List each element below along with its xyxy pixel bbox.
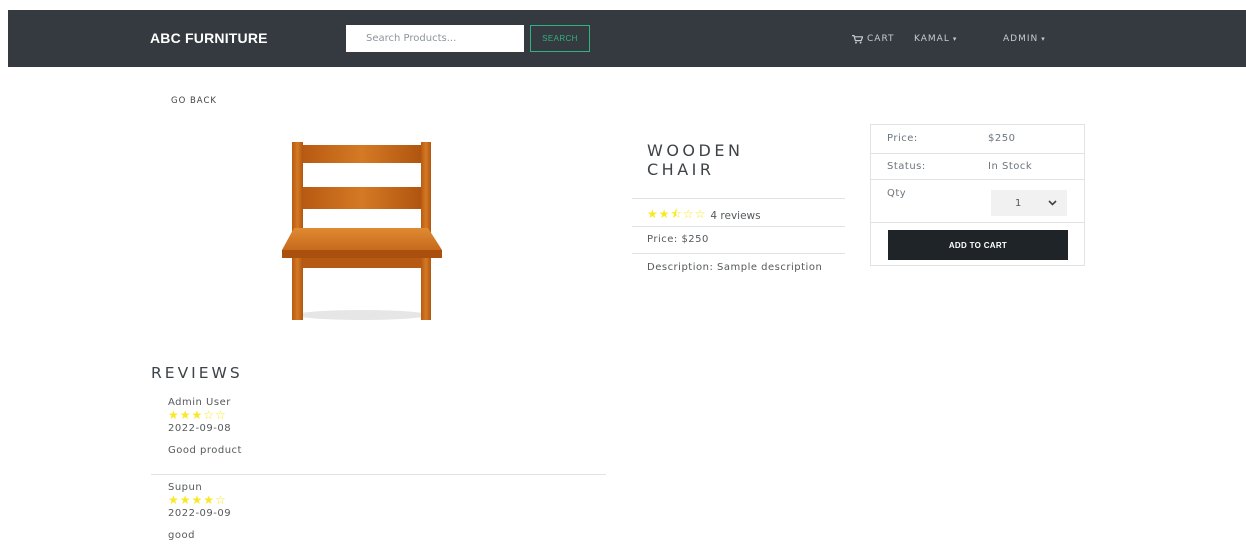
review-item: Admin User ★★★☆☆ 2022-09-08 Good product xyxy=(168,397,242,457)
product-title: WOODEN CHAIR xyxy=(647,141,744,179)
caret-down-icon: ▾ xyxy=(952,35,958,43)
status-row: Status: In Stock xyxy=(871,154,1084,180)
review-comment: Good product xyxy=(168,445,242,456)
price-label: Price: xyxy=(887,133,918,144)
review-date: 2022-09-09 xyxy=(168,508,232,519)
cart-label: CART xyxy=(867,34,895,44)
cart-link[interactable]: CART xyxy=(852,34,895,44)
shopping-cart-icon xyxy=(852,34,863,44)
admin-menu-dropdown[interactable]: ADMIN ▾ xyxy=(1003,34,1046,44)
user-menu-label: KAMAL xyxy=(914,34,950,44)
product-price: Price: $250 xyxy=(647,234,709,245)
divider xyxy=(632,226,845,227)
purchase-card: Price: $250 Status: In Stock Qty 1 ADD T… xyxy=(870,124,1085,266)
product-rating: ★★⯪☆☆ 4 reviews xyxy=(647,205,761,226)
search-input[interactable] xyxy=(346,25,524,52)
review-item: Supun ★★★★☆ 2022-09-09 good xyxy=(168,482,231,542)
status-value: In Stock xyxy=(988,161,1033,172)
search-button[interactable]: SEARCH xyxy=(530,25,590,52)
qty-value: 1 xyxy=(1015,197,1022,209)
rating-stars-icon: ★★⯪☆☆ xyxy=(647,207,707,221)
go-back-link[interactable]: GO BACK xyxy=(171,96,217,106)
reviews-count: 4 reviews xyxy=(710,209,761,222)
review-stars-icon: ★★★☆☆ xyxy=(168,408,227,422)
product-description: Description: Sample description xyxy=(647,262,823,273)
price-value: $250 xyxy=(988,133,1016,144)
add-to-cart-button[interactable]: ADD TO CART xyxy=(888,230,1068,260)
navbar: ABC FURNITURE SEARCH CART KAMAL▾ ADMIN▾ xyxy=(8,10,1246,67)
review-date: 2022-09-08 xyxy=(168,423,232,434)
brand-logo-link[interactable]: ABC FURNITURE xyxy=(150,30,268,46)
divider xyxy=(632,253,845,254)
status-label: Status: xyxy=(887,161,926,172)
qty-label: Qty xyxy=(887,188,907,199)
divider xyxy=(632,198,845,199)
caret-down-icon: ▾ xyxy=(1041,35,1046,43)
admin-menu-label: ADMIN xyxy=(1003,34,1039,44)
user-menu-dropdown[interactable]: KAMAL ▾ xyxy=(914,34,957,44)
chevron-down-icon xyxy=(1048,200,1057,206)
price-row: Price: $250 xyxy=(871,125,1084,154)
divider xyxy=(151,474,606,475)
qty-select[interactable]: 1 xyxy=(991,190,1067,216)
reviews-heading: REVIEWS xyxy=(151,364,243,382)
review-comment: good xyxy=(168,530,195,541)
product-image xyxy=(278,140,442,324)
review-stars-icon: ★★★★☆ xyxy=(168,493,227,507)
wooden-chair-image xyxy=(282,142,442,320)
